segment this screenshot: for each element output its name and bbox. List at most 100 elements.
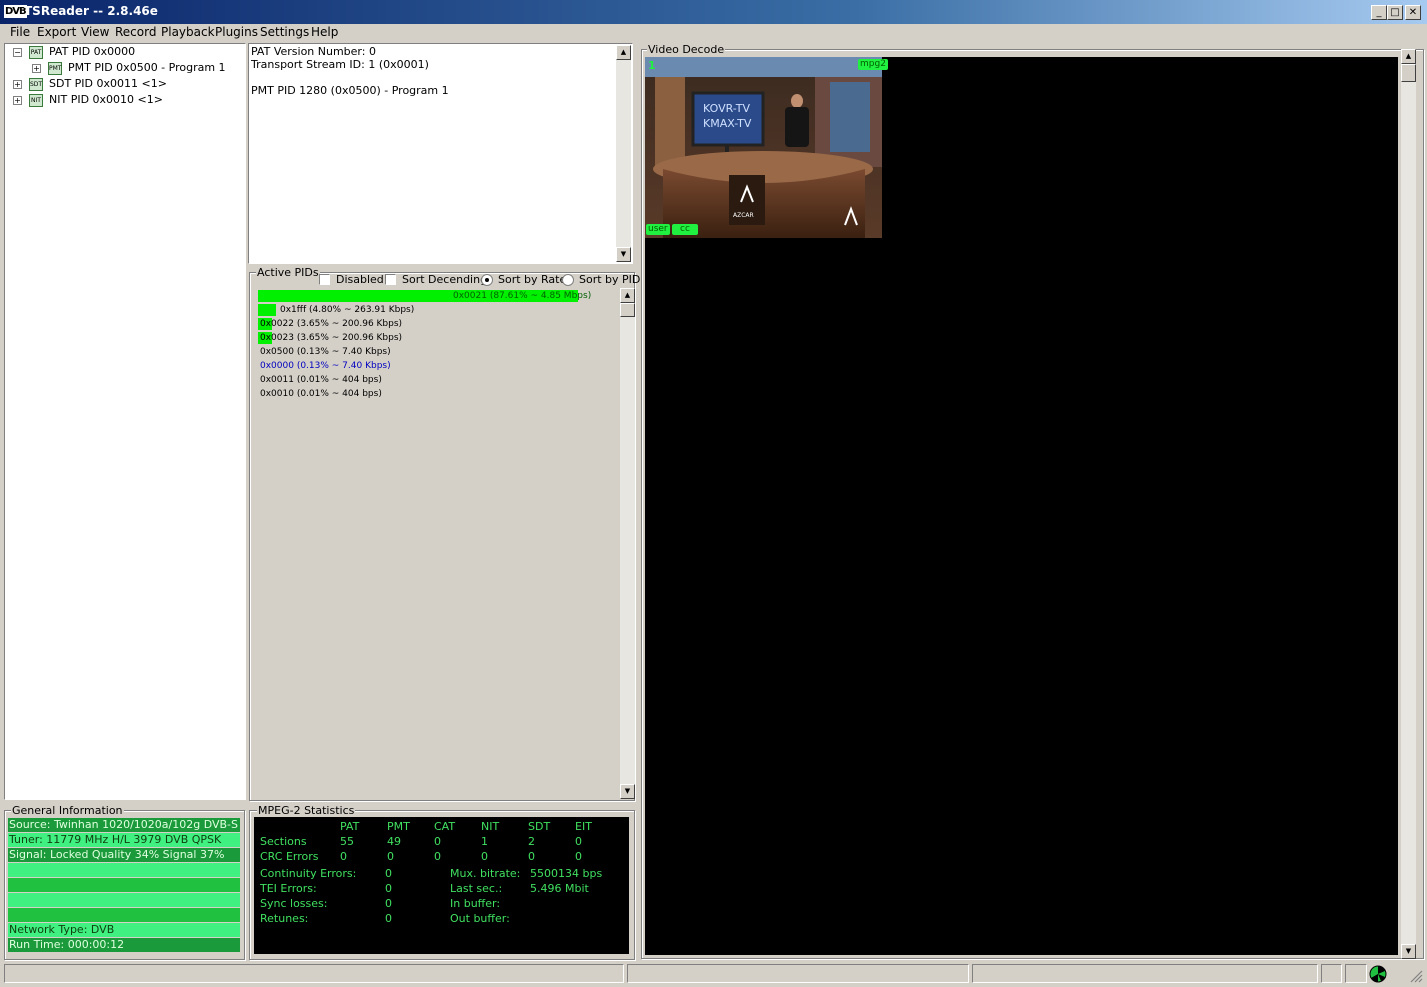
channel-number: 1 xyxy=(648,59,656,72)
menu-playback[interactable]: Playback xyxy=(161,25,215,39)
crc-errors-label: CRC Errors xyxy=(260,850,319,863)
minimize-button[interactable]: _ xyxy=(1371,5,1387,20)
monitor-text-2: KMAX-TV xyxy=(703,117,752,130)
sections-value: 0 xyxy=(434,835,441,848)
source-row: Source: Twinhan 1020/1020a/102g DVB-S xyxy=(8,818,240,832)
closed-caption-tag[interactable]: cc xyxy=(672,224,698,235)
maximize-button[interactable]: □ xyxy=(1387,5,1403,20)
sync-losses-label: Sync losses: xyxy=(260,897,328,910)
details-line xyxy=(251,71,449,84)
retunes-value: 0 xyxy=(385,912,392,925)
sort-by-rate-label: Sort by Rate xyxy=(498,273,567,286)
pid-rate-text: 0x0021 (87.61% ~ 4.85 Mbps) xyxy=(453,291,592,301)
info-row-empty xyxy=(8,863,240,877)
column-header: PMT xyxy=(387,820,410,833)
scroll-down-icon[interactable]: ▼ xyxy=(1401,944,1416,959)
menu-record[interactable]: Record xyxy=(115,25,156,39)
scroll-thumb[interactable] xyxy=(620,303,635,317)
expand-icon[interactable]: + xyxy=(32,64,41,73)
pid-rate-text: 0x0000 (0.13% ~ 7.40 Kbps) xyxy=(260,361,391,371)
sections-label: Sections xyxy=(260,835,307,848)
mpeg-stats-panel: PAT PMT CAT NIT SDT EIT Sections 55 49 0… xyxy=(254,817,629,954)
menu-view[interactable]: View xyxy=(81,25,109,39)
title-bar[interactable]: DVB TSReader -- 2.8.46e _ □ ✕ xyxy=(0,0,1427,24)
pid-rate-text: 0x1fff (4.80% ~ 263.91 Kbps) xyxy=(280,305,415,315)
tree-item-sdt[interactable]: SDT PID 0x0011 <1> xyxy=(49,77,167,90)
general-info-title: General Information xyxy=(11,804,124,817)
codec-tag: mpg2 xyxy=(858,59,888,70)
status-cell xyxy=(1345,964,1367,983)
table-details-panel[interactable]: PAT Version Number: 0 Transport Stream I… xyxy=(248,43,633,264)
last-sec-label: Last sec.: xyxy=(450,882,503,895)
pid-rate-text: 0x0500 (0.13% ~ 7.40 Kbps) xyxy=(260,347,391,357)
video-area[interactable]: KOVR-TV KMAX-TV AZCAR 1 mpg2 user cc xyxy=(645,57,1398,955)
scroll-down-icon[interactable]: ▼ xyxy=(620,784,635,799)
sort-by-pid-radio[interactable] xyxy=(562,274,574,286)
video-frame: KOVR-TV KMAX-TV AZCAR xyxy=(645,57,882,238)
active-pids-title: Active PIDs xyxy=(256,266,320,279)
menu-settings[interactable]: Settings xyxy=(260,25,309,39)
table-icon: NIT xyxy=(29,94,43,107)
crc-value: 0 xyxy=(434,850,441,863)
table-icon: PMT xyxy=(48,62,62,75)
sections-value: 49 xyxy=(387,835,401,848)
crc-value: 0 xyxy=(387,850,394,863)
tuner-row: Tuner: 11779 MHz H/L 3979 DVB QPSK xyxy=(8,833,240,847)
in-buffer-label: In buffer: xyxy=(450,897,501,910)
video-scrollbar[interactable]: ▲ ▼ xyxy=(1401,49,1416,959)
scroll-down-icon[interactable]: ▼ xyxy=(616,247,631,262)
desk-logo-text: AZCAR xyxy=(733,212,754,219)
expand-icon[interactable]: + xyxy=(13,96,22,105)
user-data-tag[interactable]: user xyxy=(646,224,670,235)
menu-file[interactable]: File xyxy=(10,25,30,39)
tree-item-pmt[interactable]: PMT PID 0x0500 - Program 1 xyxy=(68,61,226,74)
pid-rate-text: 0x0011 (0.01% ~ 404 bps) xyxy=(260,375,382,385)
sort-by-pid-label: Sort by PID xyxy=(579,273,641,286)
menu-export[interactable]: Export xyxy=(37,25,76,39)
status-cell xyxy=(627,964,969,983)
column-header: NIT xyxy=(481,820,500,833)
run-time-row: Run Time: 000:00:12 xyxy=(8,938,240,952)
tree-item-pat[interactable]: PAT PID 0x0000 xyxy=(49,45,135,58)
details-scrollbar[interactable]: ▲ ▼ xyxy=(616,45,631,262)
status-cell xyxy=(972,964,1318,983)
scroll-up-icon[interactable]: ▲ xyxy=(1401,49,1416,64)
table-icon: SDT xyxy=(29,78,43,91)
pid-rate-text: 0x0022 (3.65% ~ 200.96 Kbps) xyxy=(260,319,403,329)
sections-value: 55 xyxy=(340,835,354,848)
column-header: CAT xyxy=(434,820,456,833)
details-line: PMT PID 1280 (0x0500) - Program 1 xyxy=(251,84,449,97)
signal-lock-icon xyxy=(1369,965,1387,983)
scroll-up-icon[interactable]: ▲ xyxy=(620,288,635,303)
tree-item-nit[interactable]: NIT PID 0x0010 <1> xyxy=(49,93,163,106)
column-header: EIT xyxy=(575,820,592,833)
info-row-empty xyxy=(8,878,240,892)
table-tree-panel[interactable]: − PAT PAT PID 0x0000 + PMT PMT PID 0x050… xyxy=(4,43,246,800)
mux-bitrate-value: 5500134 bps xyxy=(530,867,603,880)
details-line: Transport Stream ID: 1 (0x0001) xyxy=(251,58,429,71)
table-icon: PAT xyxy=(29,46,43,59)
sync-losses-value: 0 xyxy=(385,897,392,910)
monitor-text-1: KOVR-TV xyxy=(703,102,750,115)
menu-help[interactable]: Help xyxy=(311,25,338,39)
sort-descending-checkbox[interactable] xyxy=(385,274,396,285)
menu-plugins[interactable]: Plugins xyxy=(215,25,258,39)
sort-by-rate-radio[interactable] xyxy=(481,274,493,286)
expand-icon[interactable]: + xyxy=(13,80,22,89)
resize-grip-icon[interactable] xyxy=(1409,969,1423,983)
menu-bar: File Export View Record Playback Plugins… xyxy=(0,24,1427,42)
sections-value: 1 xyxy=(481,835,488,848)
tei-errors-value: 0 xyxy=(385,882,392,895)
disabled-checkbox[interactable] xyxy=(319,274,330,285)
out-buffer-label: Out buffer: xyxy=(450,912,510,925)
close-button[interactable]: ✕ xyxy=(1405,5,1421,20)
scroll-thumb[interactable] xyxy=(1401,64,1416,82)
disabled-label: Disabled xyxy=(336,273,384,286)
pid-rate-text: 0x0010 (0.01% ~ 404 bps) xyxy=(260,389,382,399)
collapse-icon[interactable]: − xyxy=(13,48,22,57)
mux-bitrate-label: Mux. bitrate: xyxy=(450,867,521,880)
scroll-up-icon[interactable]: ▲ xyxy=(616,45,631,60)
last-sec-value: 5.496 Mbit xyxy=(530,882,589,895)
continuity-errors-value: 0 xyxy=(385,867,392,880)
pid-list-scrollbar[interactable]: ▲ ▼ xyxy=(620,288,635,799)
